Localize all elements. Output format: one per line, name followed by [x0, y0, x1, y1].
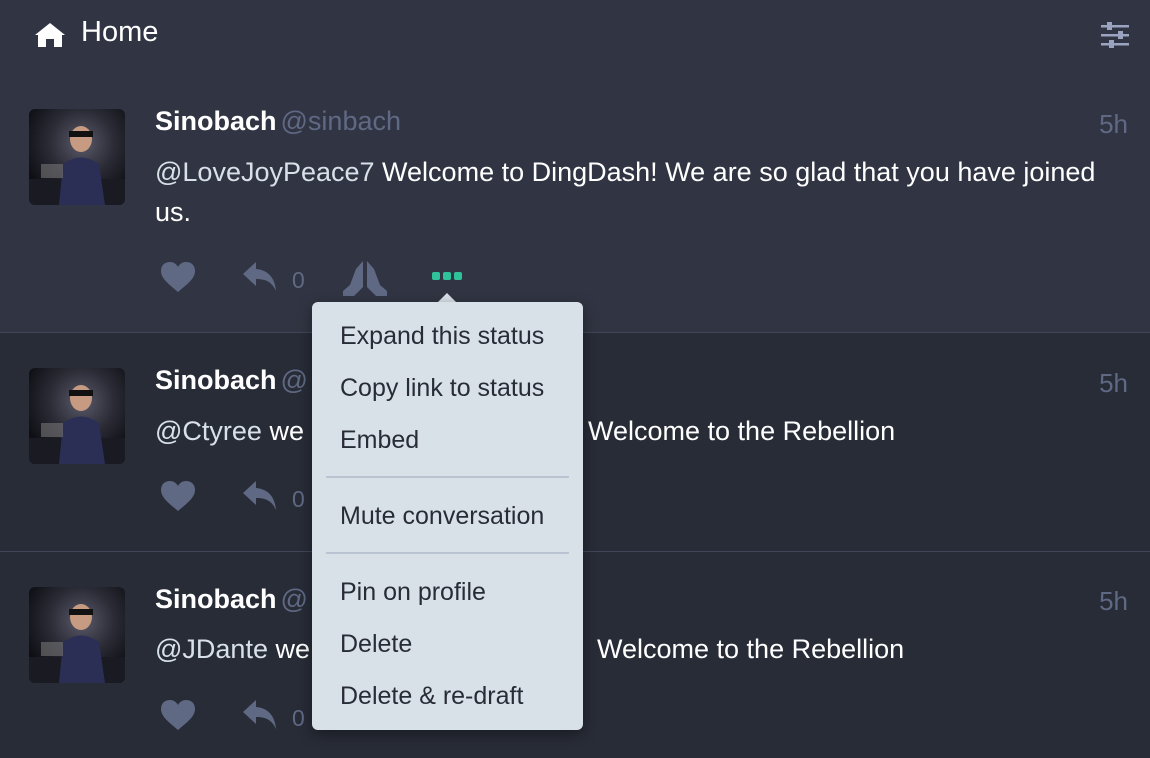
menu-item-copy-link[interactable]: Copy link to status [340, 374, 544, 403]
display-name: Sinobach [155, 584, 277, 614]
sliders-icon[interactable] [1100, 20, 1130, 50]
account-handle: @ [280, 584, 308, 614]
menu-item-pin-on-profile[interactable]: Pin on profile [340, 578, 486, 607]
menu-item-expand-status[interactable]: Expand this status [340, 322, 544, 351]
mention-link[interactable]: @JDante [155, 634, 268, 664]
more-options-icon[interactable] [432, 271, 462, 281]
reply-icon[interactable] [242, 261, 278, 293]
menu-separator [326, 476, 569, 478]
status-author[interactable]: Sinobach @ [155, 365, 308, 396]
avatar[interactable] [29, 109, 125, 205]
menu-item-delete-redraft[interactable]: Delete & re-draft [340, 682, 523, 711]
status-item[interactable]: Sinobach @sinbach 5h @LoveJoyPeace7 Welco… [0, 72, 1150, 332]
avatar[interactable] [29, 368, 125, 464]
display-name: Sinobach [155, 106, 277, 136]
status-timestamp[interactable]: 5h [1099, 586, 1128, 617]
status-text-continued: Welcome to the Rebellion [597, 634, 905, 664]
column-header: Home [0, 0, 1150, 72]
menu-item-embed[interactable]: Embed [340, 426, 419, 455]
menu-item-mute-conversation[interactable]: Mute conversation [340, 502, 544, 531]
praying-hands-icon[interactable] [342, 259, 388, 297]
reply-count: 0 [292, 705, 305, 731]
reply-icon[interactable] [242, 699, 278, 731]
home-icon[interactable] [34, 22, 66, 48]
reply-count: 0 [292, 267, 305, 293]
status-author[interactable]: Sinobach @ [155, 584, 308, 615]
column-title[interactable]: Home [81, 16, 158, 49]
status-content: @LoveJoyPeace7 Welcome to DingDash! We a… [155, 152, 1115, 232]
mention-link[interactable]: @LoveJoyPeace7 [155, 157, 375, 187]
status-timestamp[interactable]: 5h [1099, 109, 1128, 140]
status-text-continued: Welcome to the Rebellion [588, 416, 896, 446]
heart-icon[interactable] [160, 261, 196, 293]
heart-icon[interactable] [160, 699, 196, 731]
reply-count: 0 [292, 486, 305, 512]
account-handle: @sinbach [280, 106, 401, 136]
status-text: we [267, 634, 310, 664]
status-timestamp[interactable]: 5h [1099, 368, 1128, 399]
display-name: Sinobach [155, 365, 277, 395]
status-author[interactable]: Sinobach @sinbach [155, 106, 401, 137]
menu-item-delete[interactable]: Delete [340, 630, 412, 659]
mention-link[interactable]: @Ctyree [155, 416, 262, 446]
avatar[interactable] [29, 587, 125, 683]
heart-icon[interactable] [160, 480, 196, 512]
menu-separator [326, 552, 569, 554]
status-text: we [261, 416, 304, 446]
reply-icon[interactable] [242, 480, 278, 512]
account-handle: @ [280, 365, 308, 395]
status-options-menu: Expand this status Copy link to status E… [312, 302, 583, 730]
